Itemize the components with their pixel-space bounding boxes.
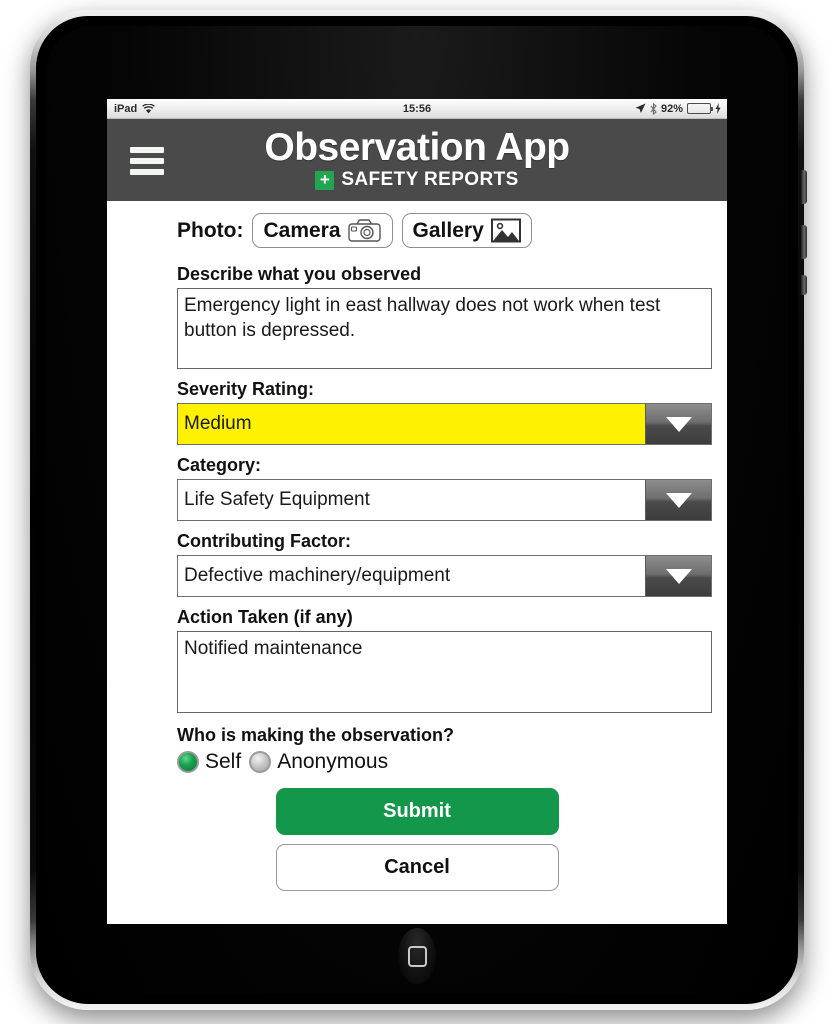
radio-label-anonymous: Anonymous [277,750,389,773]
contributing-factor-select-value: Defective machinery/equipment [178,556,645,596]
app-screen: iPad 15:56 92% Observation App + SAFETY … [107,99,727,924]
camera-icon [347,219,381,242]
radio-label-self: Self [205,750,242,773]
category-label: Category: [177,455,262,475]
radio-option-self[interactable]: Self [177,750,241,774]
gallery-button-label: Gallery [412,218,484,242]
category-select-value: Life Safety Equipment [178,480,645,520]
hamburger-bar [130,169,164,175]
home-button[interactable] [398,928,436,984]
plus-icon: + [315,170,335,190]
action-taken-textarea[interactable]: Notified maintenance [177,631,712,713]
form-action-buttons: Submit Cancel [275,788,559,891]
category-select[interactable]: Life Safety Equipment [177,479,712,521]
submit-button[interactable]: Submit [275,788,559,835]
camera-button-label: Camera [263,218,341,242]
describe-label: Describe what you observed [177,264,422,284]
battery-icon [687,103,713,114]
arrow-glyph [665,492,692,508]
ios-status-bar: iPad 15:56 92% [107,99,727,119]
device-volume-up-button[interactable] [801,225,807,259]
status-bar-right: 92% [635,102,721,115]
arrow-glyph [665,568,692,584]
battery-percent-label: 92% [660,102,683,115]
gallery-button[interactable]: Gallery [401,213,532,248]
contributing-factor-select[interactable]: Defective machinery/equipment [177,555,712,597]
brand-logo: + SAFETY REPORTS [107,169,727,191]
device-side-button-top[interactable] [801,170,807,204]
hamburger-menu-icon[interactable] [130,147,164,175]
hamburger-bar [130,147,164,153]
photo-row: Photo: Camera Gallery [117,201,717,254]
rounded-square-icon [407,945,427,967]
cancel-button[interactable]: Cancel [275,844,559,891]
hamburger-bar [130,158,164,164]
severity-label: Severity Rating: [177,379,315,399]
brand-name: SAFETY REPORTS [341,169,519,190]
app-header: Observation App + SAFETY REPORTS [107,119,727,201]
radio-dot-unselected-icon [249,751,272,773]
observer-radio-group: Self Anonymous [177,750,717,774]
observation-form: Photo: Camera Gallery Describe what you … [107,201,727,891]
arrow-glyph [665,416,692,432]
image-gallery-icon [490,218,521,243]
severity-select-value: Medium [178,404,645,444]
app-title: Observation App [264,126,570,169]
action-taken-label: Action Taken (if any) [177,607,353,627]
radio-dot-selected-icon [177,751,199,773]
contributing-factor-label: Contributing Factor: [177,531,351,551]
location-arrow-icon [635,103,646,113]
chevron-down-icon [645,480,711,520]
device-volume-down-button[interactable] [801,275,807,295]
chevron-down-icon [645,404,711,444]
camera-button[interactable]: Camera [252,213,393,248]
photo-label: Photo: [177,218,244,242]
severity-select[interactable]: Medium [177,403,712,445]
charging-bolt-icon [715,103,721,114]
chevron-down-icon [645,556,711,596]
radio-option-anonymous[interactable]: Anonymous [249,750,388,774]
observer-label: Who is making the observation? [177,725,455,745]
bluetooth-icon [650,102,657,115]
describe-textarea[interactable]: Emergency light in east hallway does not… [177,288,712,369]
